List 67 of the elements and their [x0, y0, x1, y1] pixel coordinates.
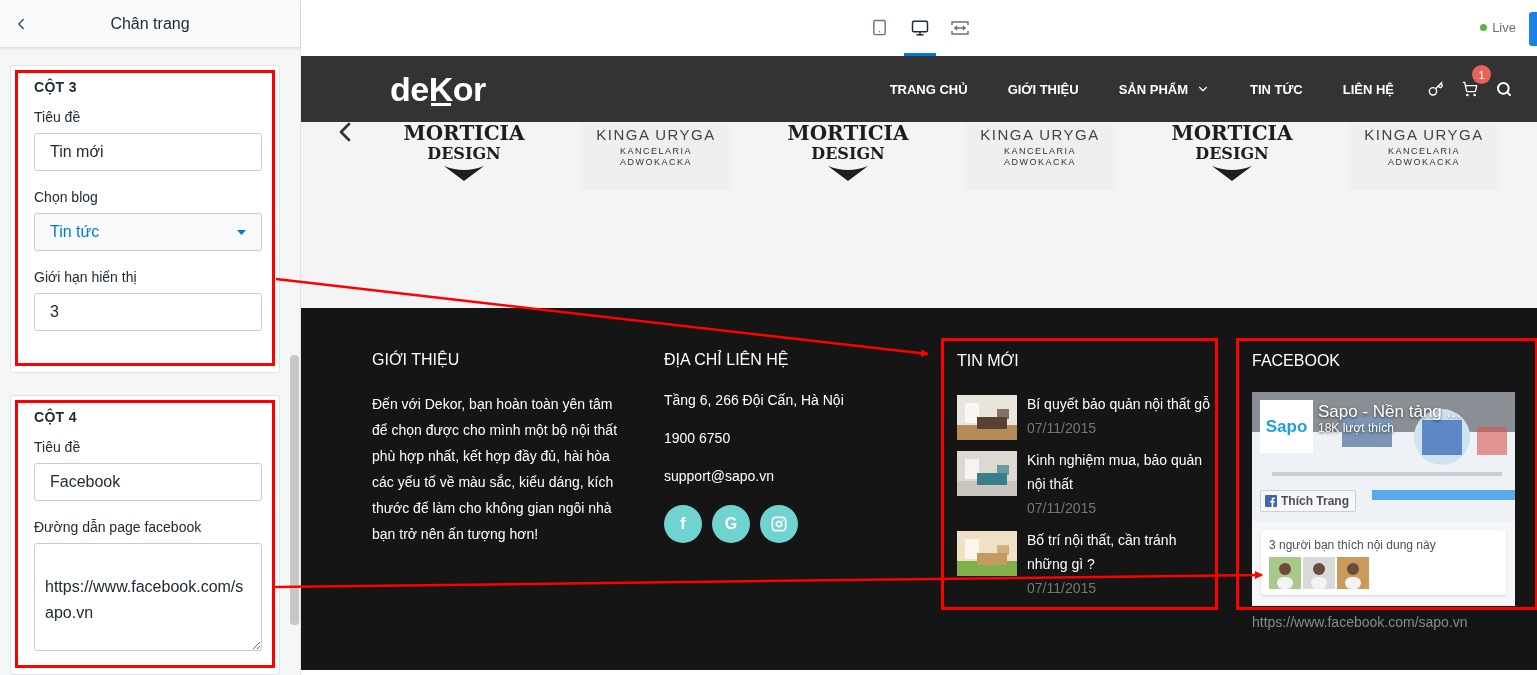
text-field[interactable]: 3	[34, 293, 262, 331]
brand-name: MORTICIA	[787, 122, 909, 144]
nav-link[interactable]: GIỚI THIỆU	[1007, 81, 1079, 97]
section-heading: CỘT 4	[34, 409, 78, 425]
key-icon[interactable]	[1428, 81, 1444, 97]
brand-tagline: ADWOKACKA	[1388, 157, 1460, 168]
field-label: Đường dẫn page facebook	[34, 519, 203, 535]
facebook-icon	[1265, 495, 1277, 507]
column-title: GIỚI THIỆU	[372, 351, 461, 369]
post-title[interactable]: Bố trí nội thất, cần tránh những gì ?	[1027, 528, 1217, 576]
nav-link[interactable]: LIÊN HỆ	[1342, 81, 1394, 97]
brand-name: KINGA URYGA	[1364, 125, 1484, 145]
brand-tagline: KANCELARIA	[1388, 146, 1460, 157]
contact-line: Tầng 6, 266 Đội Cấn, Hà Nội	[664, 391, 845, 410]
post-title[interactable]: Kinh nghiệm mua, bảo quản nội thất	[1027, 448, 1217, 496]
contact-line: 1900 6750	[664, 429, 732, 448]
column-title: ĐỊA CHỈ LIÊN HỆ	[664, 351, 790, 369]
post-title[interactable]: Bí quyết bảo quản nội thất gỗ	[1027, 392, 1217, 416]
field-label: Tiêu đề	[34, 109, 82, 125]
text-field[interactable]: Tin mới	[34, 133, 262, 171]
post-date: 07/11/2015	[1027, 579, 1098, 598]
brand-name: KINGA URYGA	[980, 125, 1100, 145]
brand-name: MORTICIA	[1171, 122, 1293, 144]
text-field[interactable]: Facebook	[34, 463, 262, 501]
column-title: TIN MỚI	[957, 352, 1020, 370]
column-title: FACEBOOK	[1252, 352, 1342, 370]
nav-link[interactable]: TIN TỨC	[1250, 81, 1303, 97]
brand-name: DESIGN	[1195, 144, 1269, 164]
brand-tagline: KANCELARIA	[620, 146, 692, 157]
about-text: Đến với Dekor, bạn hoàn toàn yên tâm để chọn được cho mình một bộ nội thất phù hợp nhất, kết hợp đầy đủ, hài hòa các yếu tố về màu sắc, kiểu dáng, kích thước để làm cho không gian ngôi nhà bạn trở nên ấn tượng hơn!	[372, 395, 619, 544]
contact-line: support@sapo.vn	[664, 467, 775, 486]
nav-link[interactable]: SẢN PHẨM	[1118, 81, 1211, 97]
tablet-icon	[871, 19, 888, 36]
post-date: 07/11/2015	[1027, 419, 1098, 438]
brand-tagline: ADWOKACKA	[1004, 157, 1076, 168]
camera-icon	[771, 516, 787, 532]
brand-tagline: KANCELARIA	[1004, 146, 1076, 157]
brand-name: KINGA URYGA	[596, 125, 716, 145]
instagram-link[interactable]	[760, 505, 798, 543]
expand-icon	[950, 20, 969, 35]
cart-count: 1	[1472, 65, 1491, 84]
facebook-url: https://www.facebook.com/sapo.vn	[1252, 614, 1469, 630]
field-label: Giới hạn hiển thị	[34, 269, 138, 285]
scrollbar-thumb[interactable]	[290, 355, 299, 625]
brand-name: MORTICIA	[403, 122, 525, 144]
url-textarea[interactable]: https://www.facebook.com/sapo.vn	[34, 543, 262, 651]
desktop-icon	[910, 18, 929, 37]
brand-name: DESIGN	[811, 144, 885, 164]
field-label: Chọn blog	[34, 189, 99, 205]
brand-name: DESIGN	[427, 144, 501, 164]
post-date: 07/11/2015	[1027, 499, 1098, 518]
like-button[interactable]: Thích Trang	[1260, 490, 1356, 512]
cart-icon[interactable]	[1462, 81, 1478, 97]
section-heading: CỘT 3	[34, 79, 78, 95]
status-text: Live	[1492, 20, 1516, 35]
brand-tagline: ADWOKACKA	[620, 157, 692, 168]
search-icon[interactable]	[1496, 81, 1512, 97]
caret-icon	[237, 229, 246, 235]
site-logo[interactable]: deKor	[390, 69, 486, 109]
blog-select[interactable]: Tin tức	[34, 213, 262, 251]
panel-title: Chân trang	[109, 14, 191, 33]
status-dot	[1480, 24, 1488, 31]
nav-link[interactable]: TRANG CHỦ	[889, 81, 968, 97]
page-logo-text: Sapo	[1265, 416, 1308, 437]
like-count: 18K lượt thích	[1318, 421, 1394, 435]
friends-text: 3 người bạn thích nội dung này	[1269, 538, 1437, 552]
field-label: Tiêu đề	[34, 439, 82, 455]
